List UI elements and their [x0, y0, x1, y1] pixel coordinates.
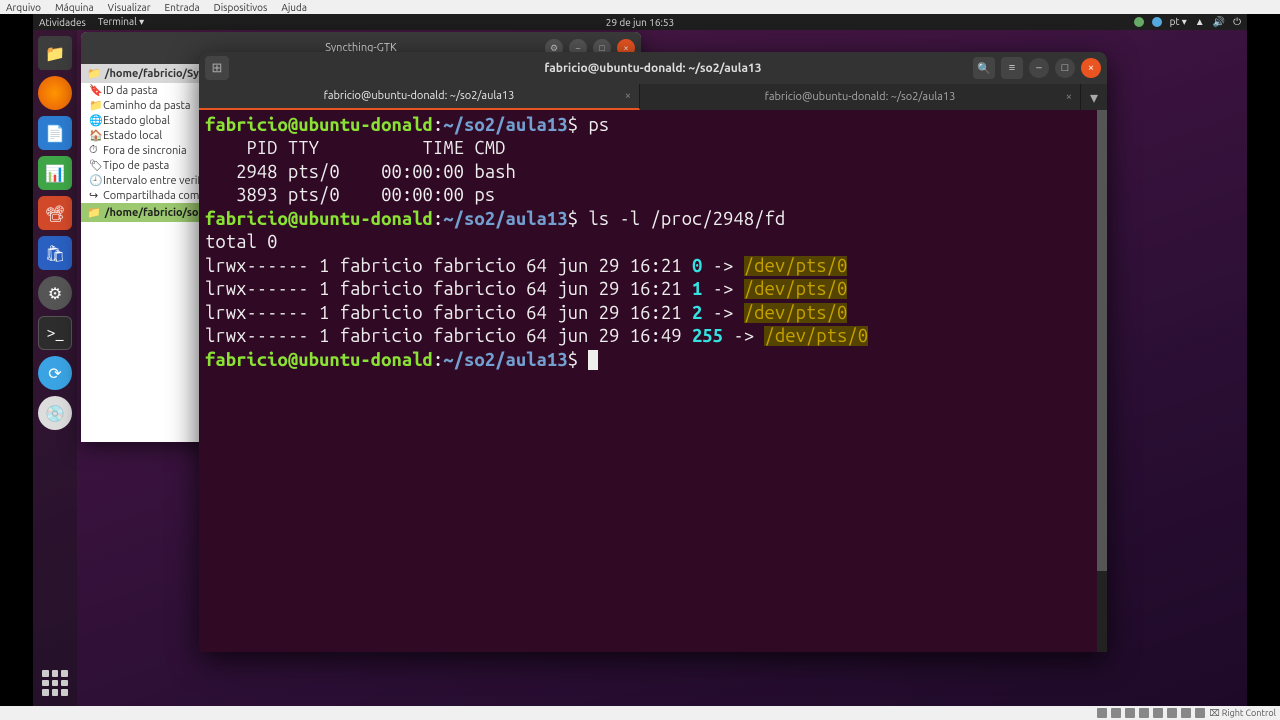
vm-status-icon[interactable]	[1195, 708, 1205, 718]
window-title: fabricio@ubuntu-donald: ~/so2/aula13	[544, 62, 761, 75]
vm-status-icon[interactable]	[1167, 708, 1177, 718]
syncthing-icon[interactable]: ⟳	[38, 356, 72, 390]
vm-status-icon[interactable]	[1111, 708, 1121, 718]
new-tab-button[interactable]: ⊞	[205, 56, 229, 80]
app-menu[interactable]: Terminal ▾	[98, 16, 144, 28]
terminal-tab[interactable]: fabricio@ubuntu-donald: ~/so2/aula13 ×	[640, 84, 1081, 110]
terminal-tab[interactable]: fabricio@ubuntu-donald: ~/so2/aula13 ×	[199, 84, 640, 110]
tab-close-icon[interactable]: ×	[625, 90, 631, 102]
host-key-hint: ⌧ Right Control	[1209, 708, 1276, 719]
close-button[interactable]: ×	[1081, 58, 1101, 78]
network-icon[interactable]: ▲	[1195, 16, 1205, 28]
vm-status-icon[interactable]	[1153, 708, 1163, 718]
maximize-button[interactable]: □	[1055, 58, 1075, 78]
terminal-window[interactable]: ⊞ fabricio@ubuntu-donald: ~/so2/aula13 🔍…	[199, 52, 1107, 652]
tree-item-label: Fora de sincronia	[103, 145, 187, 157]
vm-host-menubar: Arquivo Máquina Visualizar Entrada Dispo…	[0, 0, 1280, 14]
tree-item-icon: 🕘	[89, 174, 99, 187]
search-button[interactable]: 🔍	[973, 57, 995, 79]
tree-item-icon: 🏷	[89, 159, 99, 172]
power-icon[interactable]: ⏻	[1233, 16, 1241, 28]
calc-icon[interactable]: 📊	[38, 156, 72, 190]
gnome-topbar: Atividades Terminal ▾ 29 de jun 16:53 pt…	[33, 14, 1247, 30]
menu-button[interactable]: ≡	[1001, 57, 1023, 79]
ubuntu-dock: 📁 📄 📊 📽 🛍 ⚙ >_ ⟳ 💿	[33, 30, 77, 706]
clock[interactable]: 29 de jun 16:53	[606, 17, 674, 28]
vm-status-icon[interactable]	[1097, 708, 1107, 718]
vm-menu-item[interactable]: Visualizar	[108, 2, 151, 13]
terminal-headerbar[interactable]: ⊞ fabricio@ubuntu-donald: ~/so2/aula13 🔍…	[199, 52, 1107, 84]
tree-item-label: Caminho da pasta	[103, 100, 191, 112]
software-icon[interactable]: 🛍	[38, 236, 72, 270]
scrollbar[interactable]	[1097, 110, 1107, 652]
tree-item-label: Tipo de pasta	[103, 160, 169, 172]
vm-status-icon[interactable]	[1181, 708, 1191, 718]
tray-icon[interactable]	[1152, 17, 1162, 27]
vm-host-statusbar: ⌧ Right Control	[0, 706, 1280, 720]
vm-menu-item[interactable]: Dispositivos	[214, 2, 268, 13]
settings-icon[interactable]: ⚙	[38, 276, 72, 310]
firefox-icon[interactable]	[38, 76, 72, 110]
volume-icon[interactable]: 🔊	[1213, 16, 1225, 28]
tree-item-label: Estado local	[103, 130, 162, 142]
vm-status-icon[interactable]	[1139, 708, 1149, 718]
tree-item-icon: 🏠	[89, 129, 99, 142]
show-apps-button[interactable]	[38, 666, 72, 700]
tree-item-icon: ↪	[89, 189, 99, 202]
terminal-tabbar: fabricio@ubuntu-donald: ~/so2/aula13 × f…	[199, 84, 1107, 110]
vm-menu-item[interactable]: Entrada	[165, 2, 200, 13]
vm-menu-item[interactable]: Ajuda	[281, 2, 307, 13]
cursor	[588, 350, 598, 370]
tree-item-icon: ⏱	[89, 144, 99, 157]
tree-item-icon: 🌐	[89, 114, 99, 127]
vm-status-icon[interactable]	[1125, 708, 1135, 718]
writer-icon[interactable]: 📄	[38, 116, 72, 150]
tree-item-label: Compartilhada com	[103, 190, 199, 202]
folder-icon: 📁	[87, 206, 101, 219]
vm-menu-item[interactable]: Arquivo	[6, 2, 41, 13]
vm-menu-item[interactable]: Máquina	[55, 2, 94, 13]
tree-item-icon: 🔖	[89, 84, 99, 97]
tree-item-label: Estado global	[103, 115, 170, 127]
tab-dropdown-icon[interactable]: ▾	[1081, 84, 1107, 110]
minimize-button[interactable]: –	[1029, 58, 1049, 78]
files-app-icon[interactable]: 📁	[38, 36, 72, 70]
tray-icon[interactable]	[1134, 17, 1144, 27]
terminal-output[interactable]: fabricio@ubuntu-donald:~/so2/aula13$ ps …	[199, 110, 1107, 652]
tab-close-icon[interactable]: ×	[1066, 91, 1072, 103]
guest-desktop: Atividades Terminal ▾ 29 de jun 16:53 pt…	[33, 14, 1247, 706]
disc-icon[interactable]: 💿	[38, 396, 72, 430]
tree-item-label: ID da pasta	[103, 85, 158, 97]
tree-item-icon: 📁	[89, 99, 99, 112]
terminal-icon[interactable]: >_	[38, 316, 72, 350]
activities-button[interactable]: Atividades	[39, 17, 86, 28]
folder-icon: 📁	[87, 67, 101, 80]
scrollbar-thumb[interactable]	[1097, 110, 1107, 571]
impress-icon[interactable]: 📽	[38, 196, 72, 230]
input-language[interactable]: pt ▾	[1170, 16, 1187, 28]
